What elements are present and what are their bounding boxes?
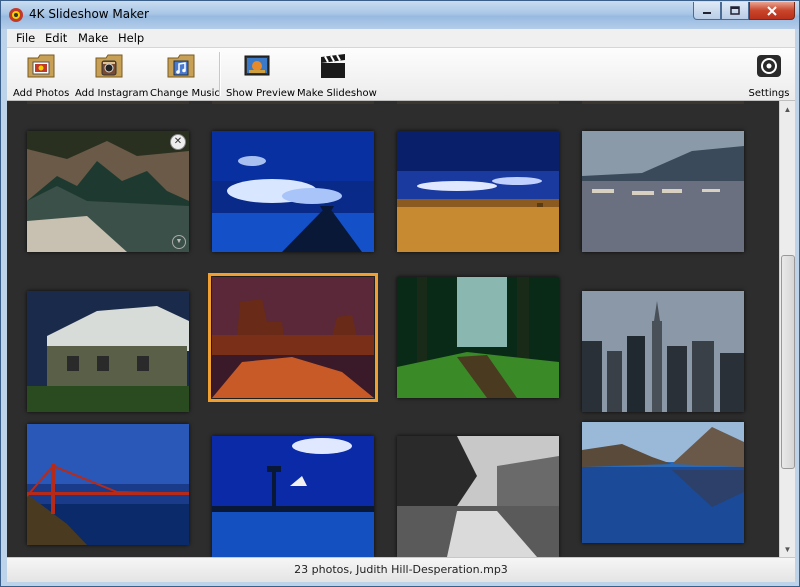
window-title: 4K Slideshow Maker (29, 7, 149, 21)
partial-thumbnail (397, 101, 559, 104)
partial-thumbnail (582, 101, 744, 104)
make-slideshow-button[interactable]: Make Slideshow (297, 52, 377, 99)
close-icon (767, 5, 777, 16)
maximize-icon (730, 5, 740, 15)
scroll-thumb[interactable] (781, 255, 795, 469)
maximize-button[interactable] (721, 2, 749, 20)
photo-desert-buttes (212, 277, 374, 398)
clapperboard-icon (321, 54, 345, 78)
photo-thumbnail[interactable] (582, 131, 744, 252)
menu-bar: File Edit Make Help (7, 29, 795, 48)
minimize-button[interactable] (693, 2, 721, 20)
menu-edit[interactable]: Edit (45, 31, 67, 45)
settings-label: Settings (748, 88, 790, 99)
photo-forest-path (397, 277, 559, 398)
app-logo-icon (9, 8, 23, 22)
partial-thumbnail (212, 101, 374, 104)
preview-icon (244, 55, 270, 76)
photo-mountain-lake (582, 422, 744, 543)
add-instagram-button[interactable]: Add Instagram (75, 52, 149, 99)
photo-golden-gate (27, 424, 189, 545)
add-instagram-icon (95, 54, 123, 78)
add-photos-button[interactable]: Add Photos (13, 52, 69, 99)
photo-rocky-coast (27, 131, 189, 252)
photo-thumbnail[interactable] (582, 291, 744, 412)
photo-wooden-house (27, 291, 189, 412)
chevron-down-icon[interactable]: ▼ (172, 235, 186, 249)
show-preview-label: Show Preview (226, 88, 296, 99)
photo-golden-field (397, 131, 559, 252)
photo-thumbnail[interactable] (397, 131, 559, 252)
photo-thumbnail[interactable] (212, 436, 374, 557)
photo-boats-lake (582, 131, 744, 252)
photo-grid: ✕ ▼ (7, 101, 779, 557)
toolbar-separator (219, 52, 220, 96)
photo-thumbnail[interactable] (208, 273, 378, 402)
photo-thumbnail[interactable] (397, 436, 559, 557)
photo-thumbnail[interactable] (27, 291, 189, 412)
add-instagram-label: Add Instagram (75, 88, 149, 99)
scroll-up-icon[interactable]: ▲ (780, 101, 795, 117)
settings-button[interactable]: Settings (747, 52, 791, 99)
photo-city-skyline (582, 291, 744, 412)
menu-help[interactable]: Help (118, 31, 144, 45)
minimize-icon (703, 11, 711, 14)
scroll-down-icon[interactable]: ▼ (780, 541, 795, 557)
title-bar[interactable]: 4K Slideshow Maker (1, 1, 799, 29)
photo-harbor-tower (212, 436, 374, 557)
photo-thumbnail[interactable] (582, 422, 744, 543)
partial-thumbnail (27, 101, 189, 104)
photo-thumbnail[interactable] (212, 131, 374, 252)
photo-thumbnail[interactable]: ✕ ▼ (27, 131, 189, 252)
status-bar: 23 photos, Judith Hill-Desperation.mp3 (7, 557, 795, 582)
change-music-button[interactable]: Change Music (150, 52, 220, 99)
add-photos-label: Add Photos (13, 88, 70, 99)
app-window: 4K Slideshow Maker File Edit Make Help A… (0, 0, 800, 587)
remove-photo-icon[interactable]: ✕ (170, 134, 186, 150)
photo-thumbnail[interactable] (397, 277, 559, 398)
photo-bw-trees (397, 436, 559, 557)
toolbar: Add Photos Add Instagram Change Music Sh… (7, 48, 795, 101)
status-text: 23 photos, Judith Hill-Desperation.mp3 (294, 563, 508, 576)
show-preview-button[interactable]: Show Preview (226, 52, 296, 99)
menu-make[interactable]: Make (78, 31, 108, 45)
close-button[interactable] (749, 2, 795, 20)
change-music-label: Change Music (150, 88, 220, 99)
vertical-scrollbar[interactable]: ▲ ▼ (779, 101, 795, 557)
menu-file[interactable]: File (16, 31, 35, 45)
add-photos-icon (27, 54, 55, 78)
photo-thumbnail[interactable] (27, 424, 189, 545)
photo-pier-dusk (212, 131, 374, 252)
make-slideshow-label: Make Slideshow (297, 88, 377, 99)
music-note-icon (167, 54, 195, 78)
settings-icon (757, 55, 781, 77)
